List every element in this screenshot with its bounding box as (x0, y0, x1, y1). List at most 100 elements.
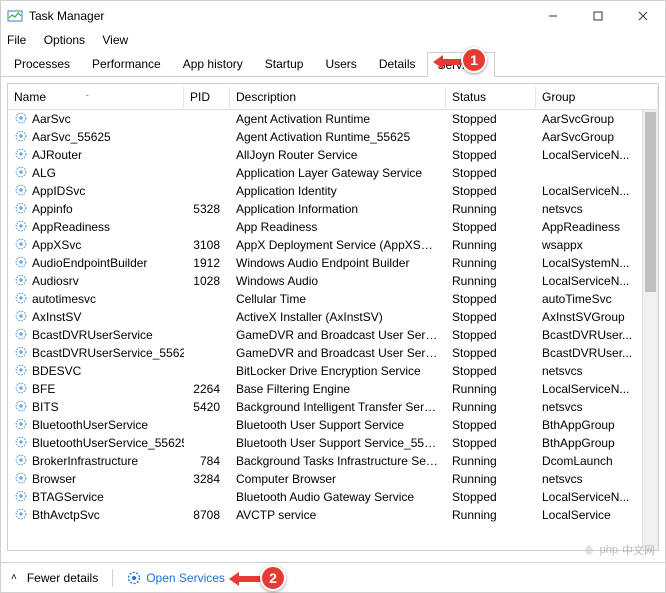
table-row[interactable]: AppReadinessApp ReadinessStoppedAppReadi… (8, 218, 658, 236)
service-icon (14, 327, 28, 344)
close-button[interactable] (620, 1, 665, 31)
column-header-status[interactable]: Status (446, 86, 536, 108)
cell-name: AudioEndpointBuilder (8, 255, 184, 272)
table-row[interactable]: BITS5420Background Intelligent Transfer … (8, 398, 658, 416)
table-row[interactable]: Audiosrv1028Windows AudioRunningLocalSer… (8, 272, 658, 290)
service-name: AudioEndpointBuilder (32, 256, 147, 270)
cell-pid: 3108 (184, 238, 230, 252)
cell-description: Computer Browser (230, 472, 446, 486)
cell-description: GameDVR and Broadcast User Service (230, 328, 446, 342)
table-row[interactable]: AppXSvc3108AppX Deployment Service (AppX… (8, 236, 658, 254)
maximize-button[interactable] (575, 1, 620, 31)
cell-status: Stopped (446, 310, 536, 324)
service-icon (14, 183, 28, 200)
table-row[interactable]: BluetoothUserServiceBluetooth User Suppo… (8, 416, 658, 434)
column-header-pid[interactable]: PID (184, 86, 230, 108)
cell-description: Windows Audio Endpoint Builder (230, 256, 446, 270)
table-row[interactable]: BcastDVRUserService_55625GameDVR and Bro… (8, 344, 658, 362)
cell-status: Stopped (446, 436, 536, 450)
vertical-scrollbar[interactable] (642, 110, 658, 550)
cell-group: LocalServiceN... (536, 274, 658, 288)
cell-status: Running (446, 400, 536, 414)
table-row[interactable]: AJRouterAllJoyn Router ServiceStoppedLoc… (8, 146, 658, 164)
tab-startup[interactable]: Startup (254, 51, 315, 76)
service-icon (14, 489, 28, 506)
cell-description: App Readiness (230, 220, 446, 234)
annotation-badge-2: 2 (260, 565, 286, 591)
cell-status: Running (446, 454, 536, 468)
cell-description: AVCTP service (230, 508, 446, 522)
tab-apphistory[interactable]: App history (172, 51, 254, 76)
cell-group: DcomLaunch (536, 454, 658, 468)
tab-users[interactable]: Users (314, 51, 367, 76)
table-row[interactable]: BDESVCBitLocker Drive Encryption Service… (8, 362, 658, 380)
cell-name: BcastDVRUserService (8, 327, 184, 344)
minimize-button[interactable] (530, 1, 575, 31)
table-row[interactable]: BcastDVRUserService GameDVR and Broadcast… (8, 326, 658, 344)
cell-description: GameDVR and Broadcast User Servic... (230, 346, 446, 360)
cell-status: Stopped (446, 490, 536, 504)
tab-performance[interactable]: Performance (81, 51, 172, 76)
table-row[interactable]: BthAvctpSvc8708AVCTP serviceRunningLocal… (8, 506, 658, 524)
service-icon (14, 165, 28, 182)
menu-options[interactable]: Options (44, 33, 85, 47)
cell-status: Stopped (446, 148, 536, 162)
cell-group: autoTimeSvc (536, 292, 658, 306)
table-row[interactable]: autotimesvcCellular TimeStoppedautoTimeS… (8, 290, 658, 308)
service-icon (14, 309, 28, 326)
cell-description: Bluetooth User Support Service_55625 (230, 436, 446, 450)
cell-group: AarSvcGroup (536, 112, 658, 126)
menu-file[interactable]: File (7, 33, 26, 47)
fewer-details-link[interactable]: Fewer details (27, 571, 98, 585)
menu-view[interactable]: View (102, 33, 128, 47)
column-header-description[interactable]: Description (230, 86, 446, 108)
cell-pid: 1912 (184, 256, 230, 270)
service-name: BFE (32, 382, 55, 396)
column-header-group[interactable]: Group (536, 86, 658, 108)
cell-group: LocalServiceN... (536, 382, 658, 396)
cell-status: Stopped (446, 328, 536, 342)
table-row[interactable]: AppIDSvcApplication IdentityStoppedLocal… (8, 182, 658, 200)
cell-group: AxInstSVGroup (536, 310, 658, 324)
table-row[interactable]: AarSvc_55625Agent Activation Runtime_556… (8, 128, 658, 146)
table-row[interactable]: AarSvcAgent Activation RuntimeStoppedAar… (8, 110, 658, 128)
scrollbar-thumb[interactable] (645, 112, 656, 292)
table-row[interactable]: BFE2264Base Filtering EngineRunningLocal… (8, 380, 658, 398)
cell-group: LocalService (536, 508, 658, 522)
cell-group: wsappx (536, 238, 658, 252)
service-icon (14, 201, 28, 218)
annotation-arrow-1 (433, 53, 463, 71)
cell-description: BitLocker Drive Encryption Service (230, 364, 446, 378)
cell-status: Running (446, 274, 536, 288)
service-name: BthAvctpSvc (32, 508, 100, 522)
cell-name: BITS (8, 399, 184, 416)
table-row[interactable]: AxInstSVActiveX Installer (AxInstSV)Stop… (8, 308, 658, 326)
cell-description: Agent Activation Runtime (230, 112, 446, 126)
sort-indicator-icon: ˆ (86, 94, 89, 103)
service-icon (14, 255, 28, 272)
cell-group: LocalSystemN... (536, 256, 658, 270)
table-row[interactable]: BTAGServiceBluetooth Audio Gateway Servi… (8, 488, 658, 506)
cell-name: BluetoothUserService (8, 417, 184, 434)
app-icon (7, 8, 23, 24)
table-row[interactable]: Browser3284Computer BrowserRunningnetsvc… (8, 470, 658, 488)
table-row[interactable]: AudioEndpointBuilder 1912Windows Audio En… (8, 254, 658, 272)
table-row[interactable]: BluetoothUserService_55625Bluetooth User… (8, 434, 658, 452)
tabstrip: Processes Performance App history Startu… (1, 51, 665, 77)
open-services-link[interactable]: Open Services (127, 571, 225, 585)
cell-group: LocalServiceN... (536, 184, 658, 198)
table-row[interactable]: ALGApplication Layer Gateway ServiceStop… (8, 164, 658, 182)
annotation-arrow-2 (229, 570, 263, 588)
tab-details[interactable]: Details (368, 51, 427, 76)
table-row[interactable]: BrokerInfrastructure784Background Tasks … (8, 452, 658, 470)
table-row[interactable]: Appinfo5328Application InformationRunnin… (8, 200, 658, 218)
column-header-name[interactable]: Nameˆ (8, 86, 184, 108)
cell-description: Application Layer Gateway Service (230, 166, 446, 180)
cell-group: netsvcs (536, 202, 658, 216)
tab-processes[interactable]: Processes (3, 51, 81, 76)
service-icon (14, 453, 28, 470)
cell-name: AppIDSvc (8, 183, 184, 200)
cell-group: AarSvcGroup (536, 130, 658, 144)
cell-group: netsvcs (536, 400, 658, 414)
cell-pid: 5328 (184, 202, 230, 216)
